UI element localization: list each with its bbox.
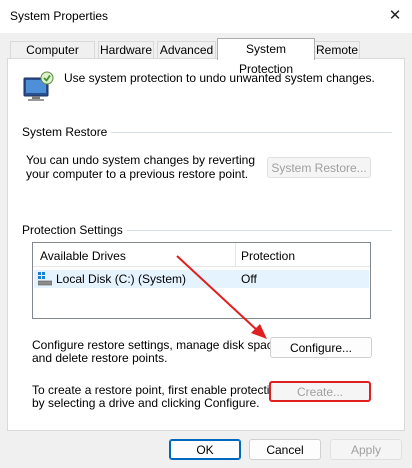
ok-button[interactable]: OK: [169, 439, 241, 460]
arrow-shaft: [176, 255, 259, 332]
cancel-button[interactable]: Cancel: [249, 439, 321, 460]
tab-system-protection[interactable]: System Protection: [217, 38, 315, 76]
apply-button[interactable]: Apply: [330, 439, 402, 460]
annotation-arrow: [176, 255, 267, 339]
